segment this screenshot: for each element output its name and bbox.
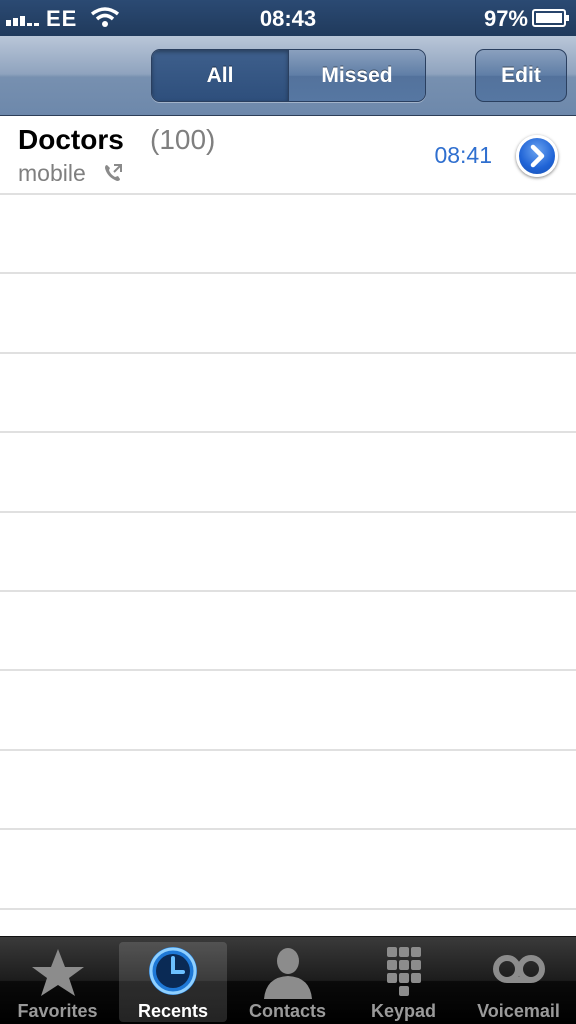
tab-label: Favorites <box>17 1001 98 1021</box>
tab-label: Contacts <box>248 1001 326 1021</box>
empty-row <box>0 513 576 592</box>
edit-button[interactable]: Edit <box>475 49 567 102</box>
caller-name: Doctors <box>18 124 124 155</box>
clock-icon <box>149 947 197 995</box>
empty-row <box>0 433 576 513</box>
empty-row <box>0 354 576 433</box>
person-icon <box>263 948 312 999</box>
battery-icon <box>532 9 569 27</box>
tab-label: Recents <box>137 1001 209 1021</box>
tab-voicemail[interactable]: Voicemail <box>461 937 576 1024</box>
navigation-bar: All Missed Edit <box>0 36 576 116</box>
empty-row <box>0 830 576 910</box>
empty-row <box>0 274 576 354</box>
tab-favorites[interactable]: Favorites <box>0 937 115 1024</box>
empty-row <box>0 592 576 671</box>
call-type-label: mobile <box>18 160 86 186</box>
tab-recents[interactable]: Recents <box>119 942 227 1022</box>
segment-all[interactable]: All <box>152 50 288 101</box>
call-count: (100) <box>150 124 216 155</box>
empty-row <box>0 751 576 830</box>
status-bar: EE 08:43 97% <box>0 0 576 36</box>
outgoing-call-icon <box>105 164 122 181</box>
empty-row <box>0 195 576 274</box>
battery-percentage: 97% <box>483 6 528 31</box>
star-icon <box>31 949 84 996</box>
tab-label: Keypad <box>370 1001 437 1021</box>
tab-contacts[interactable]: Contacts <box>230 937 345 1024</box>
empty-row <box>0 671 576 751</box>
call-row[interactable]: Doctors (100) mobile 08:41 <box>0 116 576 195</box>
detail-disclosure-button[interactable] <box>516 135 558 177</box>
tab-label: Voicemail <box>477 1001 560 1021</box>
voicemail-icon <box>492 955 545 983</box>
tab-keypad[interactable]: Keypad <box>346 937 461 1024</box>
tab-bar: Favorites Recents Contacts Keypad Voicem… <box>0 936 576 1024</box>
recents-list: Doctors (100) mobile 08:41 <box>0 116 576 936</box>
filter-segmented-control: All Missed <box>151 49 426 102</box>
chevron-right-icon <box>530 144 545 168</box>
call-time: 08:41 <box>434 142 492 168</box>
keypad-icon <box>386 947 421 996</box>
segment-missed[interactable]: Missed <box>288 50 425 101</box>
